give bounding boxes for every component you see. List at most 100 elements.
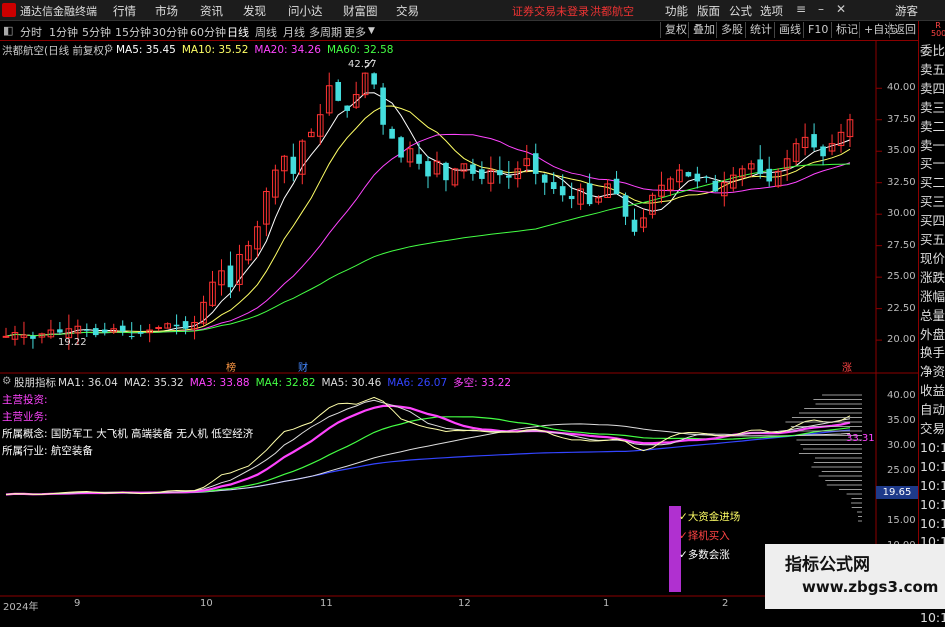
candle-body-down (766, 168, 772, 182)
adjust-button[interactable]: 复权 (660, 22, 691, 38)
side-panel-item[interactable]: 卖四 (920, 79, 945, 98)
mark-button[interactable]: 标记 (831, 22, 862, 38)
side-panel-item[interactable]: 10:11 (920, 438, 945, 457)
candle-body-down (416, 154, 422, 164)
side-panel-item[interactable]: 买五 (920, 230, 945, 249)
rank-marker[interactable]: 榜 (226, 359, 236, 374)
candle-body-down (227, 265, 234, 288)
side-panel-item[interactable]: 卖五 (920, 60, 945, 79)
ma-legend-item: MA4: 32.82 (255, 377, 316, 389)
close-icon[interactable]: ✕ (833, 2, 849, 17)
overlay-button[interactable]: 叠加 (688, 22, 719, 38)
security-name-top: 洪都航空 (590, 5, 634, 18)
menu-icon[interactable]: ≡ (793, 2, 809, 17)
side-panel-item[interactable]: 卖二 (920, 117, 945, 136)
period-intraday[interactable]: 分时 (20, 24, 42, 40)
side-panel-item[interactable]: 外盘 (920, 325, 945, 344)
candle-body-down (820, 146, 826, 157)
side-panel-item[interactable]: 买四 (920, 211, 945, 230)
more-chevron-icon[interactable]: ▼ (368, 26, 375, 36)
menu-options[interactable]: 选项 (760, 3, 783, 19)
ma-legend-item: MA5: 30.46 (321, 377, 382, 389)
indicator-settings-icon[interactable]: ⚙ (2, 375, 11, 387)
period-15min[interactable]: 15分钟 (115, 24, 151, 40)
side-panel-item[interactable]: 卖一 (920, 136, 945, 155)
side-panel-item[interactable]: 10:11 (920, 476, 945, 495)
side-panel-item[interactable]: 买三 (920, 192, 945, 211)
right-panel-head[interactable]: R 500 (931, 22, 945, 38)
ma-legend-item: MA5: 35.45 (116, 44, 176, 56)
candle-body-down (92, 328, 99, 336)
candle-body-down (479, 169, 485, 179)
price-tick-label: 35.00 (887, 145, 916, 157)
menu-wealth-circle[interactable]: 财富圈 (343, 3, 378, 19)
stats-button[interactable]: 统计 (745, 22, 776, 38)
side-panel-item[interactable]: 总量 (920, 306, 945, 325)
candle-body-down (389, 128, 395, 139)
candle-body-down (631, 219, 638, 232)
side-panel-item[interactable]: 10:11 (920, 457, 945, 476)
period-daily[interactable]: 日线 (227, 24, 249, 40)
kline-chart[interactable] (0, 41, 918, 609)
x-label-jan: 1 (603, 598, 610, 609)
finance-marker[interactable]: 财 (298, 359, 308, 374)
side-panel-item[interactable]: 卖三 (920, 98, 945, 117)
menu-assistant[interactable]: 问小达 (288, 3, 323, 19)
period-multi[interactable]: 多周期 (309, 24, 342, 40)
indicator-side-value: 33.31 (846, 433, 875, 444)
side-panel-item[interactable]: 涨幅 (920, 287, 945, 306)
ma-legend-item: MA6: 26.07 (387, 377, 448, 389)
menu-quotes[interactable]: 行情 (113, 3, 136, 19)
candle-body-down (811, 134, 817, 148)
menu-trade[interactable]: 交易 (396, 3, 419, 19)
menu-market[interactable]: 市场 (155, 3, 178, 19)
ma-legend-item: MA60: 32.58 (326, 44, 394, 56)
side-panel-item[interactable]: 委比 (920, 41, 945, 60)
period-60min[interactable]: 60分钟 (190, 24, 226, 40)
side-panel-item[interactable]: 现价 (920, 249, 945, 268)
menu-layout[interactable]: 版面 (697, 3, 720, 19)
f10-button[interactable]: F10 (803, 22, 832, 38)
side-panel-item[interactable]: 收益 (920, 381, 945, 400)
ma60-line (5, 163, 851, 337)
rise-marker[interactable]: 涨 (842, 359, 852, 374)
period-weekly[interactable]: 周线 (255, 24, 277, 40)
side-panel-item[interactable]: 自动 (920, 400, 945, 419)
minimize-icon[interactable]: – (813, 2, 829, 17)
side-panel-item[interactable]: 净资 (920, 362, 945, 381)
candle-body-down (685, 172, 692, 177)
side-panel-item[interactable]: 10:11 (920, 608, 945, 627)
side-panel-item[interactable]: 10:11 (920, 514, 945, 533)
period-1min[interactable]: 1分钟 (49, 24, 78, 40)
login-warning[interactable]: 证券交易未登录 (512, 3, 589, 19)
settings-icon[interactable]: ⚙ (104, 43, 113, 55)
menu-discover[interactable]: 发现 (243, 3, 266, 19)
candle-body-down (541, 174, 548, 183)
period-more[interactable]: 更多 (344, 24, 366, 40)
side-panel-item[interactable]: 买二 (920, 173, 945, 192)
user-label[interactable]: 游客 (895, 3, 918, 19)
candle-body-down (712, 180, 719, 192)
candle-body-down (57, 329, 63, 333)
indicator-tick-label: 15.00 (887, 515, 916, 526)
draw-line-button[interactable]: 画线 (774, 22, 805, 38)
menu-news[interactable]: 资讯 (200, 3, 223, 19)
signal-rise: ✓多数会涨 (679, 549, 730, 561)
menu-function[interactable]: 功能 (665, 3, 688, 19)
quote-side-panel: R 500 委比 卖五 卖四 卖三 卖二 卖一 买一 买二 买三 买四 买五 现价 涨跌 涨幅 总量 外盘 换手… (918, 21, 945, 625)
app-logo-icon (2, 3, 16, 17)
period-30min[interactable]: 30分钟 (152, 24, 188, 40)
candle-body-down (694, 173, 701, 182)
menu-formula[interactable]: 公式 (729, 3, 752, 19)
side-panel-item[interactable]: 涨跌 (920, 268, 945, 287)
back-button[interactable]: 返回 (889, 22, 920, 38)
side-panel-item[interactable]: 换手 (920, 343, 945, 362)
period-5min[interactable]: 5分钟 (82, 24, 111, 40)
period-monthly[interactable]: 月线 (283, 24, 305, 40)
multi-stock-button[interactable]: 多股 (716, 22, 747, 38)
side-panel-item[interactable]: 10:11 (920, 495, 945, 514)
toggle-icon[interactable]: ◧ (3, 24, 13, 37)
side-panel-item[interactable]: 买一 (920, 154, 945, 173)
side-panel-item[interactable]: 交易 (920, 419, 945, 438)
ma10-line (5, 105, 851, 337)
